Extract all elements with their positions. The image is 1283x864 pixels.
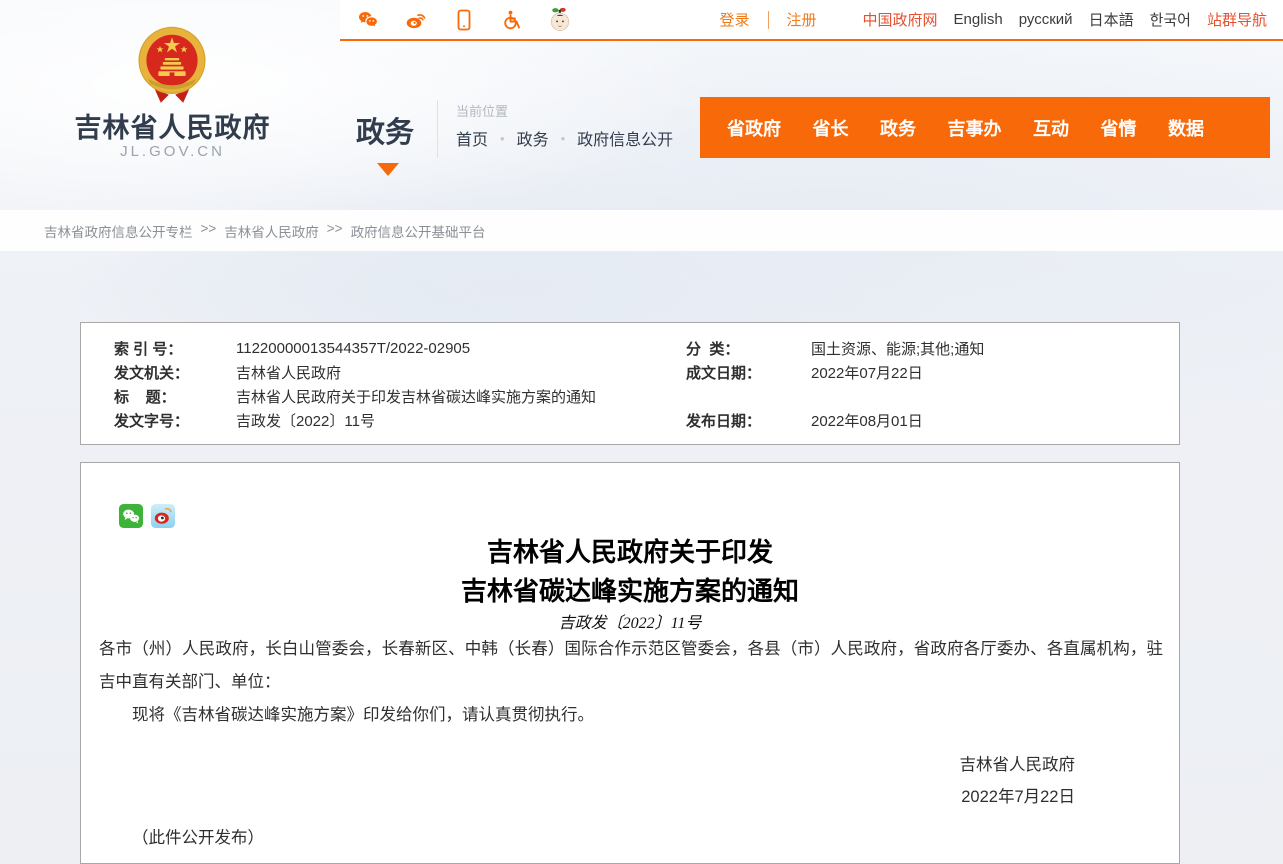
topbar-links: 登录 注册 中国政府网 English русский 日本語 한국어 站群导航 bbox=[719, 9, 1283, 30]
site-group-nav-link[interactable]: 站群导航 bbox=[1207, 9, 1267, 30]
meta-label-title: 标 题： bbox=[114, 386, 236, 407]
document-title: 吉林省人民政府关于印发 吉林省碳达峰实施方案的通知 bbox=[81, 533, 1179, 611]
public-release-footnote: （此件公开发布） bbox=[99, 822, 1163, 855]
meta-value-category: 国土资源、能源;其他;通知 bbox=[811, 338, 1179, 359]
meta-label-doc-number: 发文字号： bbox=[114, 410, 236, 431]
document-number: 吉政发〔2022〕11号 bbox=[81, 609, 1179, 633]
dot-separator: • bbox=[500, 131, 505, 146]
meta-row-index: 索 引 号： 11220000013544357T/2022-02905 分 类… bbox=[81, 336, 1179, 360]
meta-row-doc-number: 发文字号： 吉政发〔2022〕11号 发布日期： 2022年08月01日 bbox=[81, 408, 1179, 432]
topbar-divider bbox=[768, 11, 769, 29]
gov-portal-link[interactable]: 中国政府网 bbox=[863, 9, 938, 30]
lang-english-link[interactable]: English bbox=[954, 11, 1003, 28]
wechat-icon[interactable] bbox=[356, 7, 380, 33]
current-location-label: 当前位置 bbox=[456, 101, 508, 120]
breadcrumb: 吉林省政府信息公开专栏 >> 吉林省人民政府 >> 政府信息公开基础平台 bbox=[0, 221, 486, 241]
breadcrumb-item-provincial-gov[interactable]: 吉林省人民政府 bbox=[224, 221, 319, 241]
caret-down-icon bbox=[377, 163, 399, 176]
dot-separator: • bbox=[561, 131, 566, 146]
breadcrumb-bar: 吉林省政府信息公开专栏 >> 吉林省人民政府 >> 政府信息公开基础平台 bbox=[0, 210, 1283, 251]
national-emblem-logo[interactable] bbox=[132, 24, 212, 108]
signature-date: 2022年7月22日 bbox=[99, 781, 1075, 813]
breadcrumb-item-platform[interactable]: 政府信息公开基础平台 bbox=[351, 221, 486, 241]
signature-org: 吉林省人民政府 bbox=[99, 749, 1075, 781]
breadcrumb-item-disclosure-column[interactable]: 吉林省政府信息公开专栏 bbox=[44, 221, 193, 241]
meta-label-date-written: 成文日期： bbox=[686, 362, 811, 383]
section-tab-zhengwu[interactable]: 政务 bbox=[356, 109, 414, 151]
nav-item-governor[interactable]: 省长 bbox=[813, 115, 849, 141]
share-buttons bbox=[119, 504, 175, 528]
nav-item-jishiban[interactable]: 吉事办 bbox=[948, 115, 1002, 141]
document-paragraph-recipients: 各市（州）人民政府，长白山管委会，长春新区、中韩（长春）国际合作示范区管委会，各… bbox=[99, 633, 1163, 699]
lang-russian-link[interactable]: русский bbox=[1019, 11, 1073, 28]
register-link[interactable]: 注册 bbox=[787, 9, 817, 30]
nav-item-interaction[interactable]: 互动 bbox=[1033, 115, 1069, 141]
meta-row-issuer: 发文机关： 吉林省人民政府 成文日期： 2022年07月22日 bbox=[81, 360, 1179, 384]
page: 登录 注册 中国政府网 English русский 日本語 한국어 站群导航 bbox=[0, 0, 1283, 864]
lang-japanese-link[interactable]: 日本語 bbox=[1089, 9, 1134, 30]
topbar-social-icons bbox=[340, 7, 572, 33]
site-name[interactable]: 吉林省人民政府 bbox=[0, 106, 345, 145]
document-content-box: 吉林省人民政府关于印发 吉林省碳达峰实施方案的通知 吉政发〔2022〕11号 各… bbox=[80, 462, 1180, 864]
wechat-share-icon[interactable] bbox=[119, 504, 143, 528]
meta-value-date-written: 2022年07月22日 bbox=[811, 362, 1179, 383]
document-title-line2: 吉林省碳达峰实施方案的通知 bbox=[81, 572, 1179, 611]
topbar: 登录 注册 中国政府网 English русский 日本語 한국어 站群导航 bbox=[340, 0, 1283, 41]
weibo-share-icon[interactable] bbox=[151, 504, 175, 528]
meta-value-doc-number: 吉政发〔2022〕11号 bbox=[236, 410, 686, 431]
site-domain: JL.GOV.CN bbox=[0, 143, 345, 160]
nav-item-data[interactable]: 数据 bbox=[1168, 115, 1204, 141]
header-divider bbox=[437, 100, 438, 158]
document-body: 各市（州）人民政府，长白山管委会，长春新区、中韩（长春）国际合作示范区管委会，各… bbox=[99, 633, 1163, 855]
document-paragraph-directive: 现将《吉林省碳达峰实施方案》印发给你们，请认真贯彻执行。 bbox=[99, 699, 1163, 732]
signature-block: 吉林省人民政府 2022年7月22日 bbox=[99, 749, 1163, 813]
breadcrumb-separator: >> bbox=[327, 221, 343, 241]
meta-value-index-number: 11220000013544357T/2022-02905 bbox=[236, 340, 686, 357]
location-path: 首页 • 政务 • 政府信息公开 bbox=[456, 126, 673, 150]
location-item-info-disclosure[interactable]: 政府信息公开 bbox=[577, 126, 673, 150]
meta-row-title: 标 题： 吉林省人民政府关于印发吉林省碳达峰实施方案的通知 bbox=[81, 384, 1179, 408]
meta-value-publish-date: 2022年08月01日 bbox=[811, 410, 1179, 431]
accessibility-icon[interactable] bbox=[500, 7, 524, 33]
meta-value-issuing-agency: 吉林省人民政府 bbox=[236, 362, 686, 383]
document-meta-box: 索 引 号： 11220000013544357T/2022-02905 分 类… bbox=[80, 322, 1180, 445]
meta-value-title: 吉林省人民政府关于印发吉林省碳达峰实施方案的通知 bbox=[236, 386, 686, 407]
nav-item-provincial-gov[interactable]: 省政府 bbox=[727, 115, 781, 141]
meta-label-publish-date: 发布日期： bbox=[686, 410, 811, 431]
site-brand: 吉林省人民政府 JL.GOV.CN bbox=[0, 0, 345, 205]
meta-label-index-number: 索 引 号： bbox=[114, 338, 236, 359]
nav-item-province-profile[interactable]: 省情 bbox=[1101, 115, 1137, 141]
lang-korean-link[interactable]: 한국어 bbox=[1150, 9, 1191, 30]
meta-label-category: 分 类： bbox=[686, 338, 811, 359]
breadcrumb-separator: >> bbox=[201, 221, 217, 241]
weibo-icon[interactable] bbox=[404, 7, 428, 33]
location-item-home[interactable]: 首页 bbox=[456, 126, 488, 150]
location-item-zhengwu[interactable]: 政务 bbox=[517, 126, 549, 150]
mascot-icon[interactable] bbox=[548, 7, 572, 33]
mobile-icon[interactable] bbox=[452, 7, 476, 33]
login-link[interactable]: 登录 bbox=[719, 9, 749, 30]
nav-item-zhengwu[interactable]: 政务 bbox=[880, 115, 916, 141]
meta-label-issuing-agency: 发文机关： bbox=[114, 362, 236, 383]
main-nav: 省政府 省长 政务 吉事办 互动 省情 数据 bbox=[700, 97, 1270, 158]
document-title-line1: 吉林省人民政府关于印发 bbox=[81, 533, 1179, 572]
